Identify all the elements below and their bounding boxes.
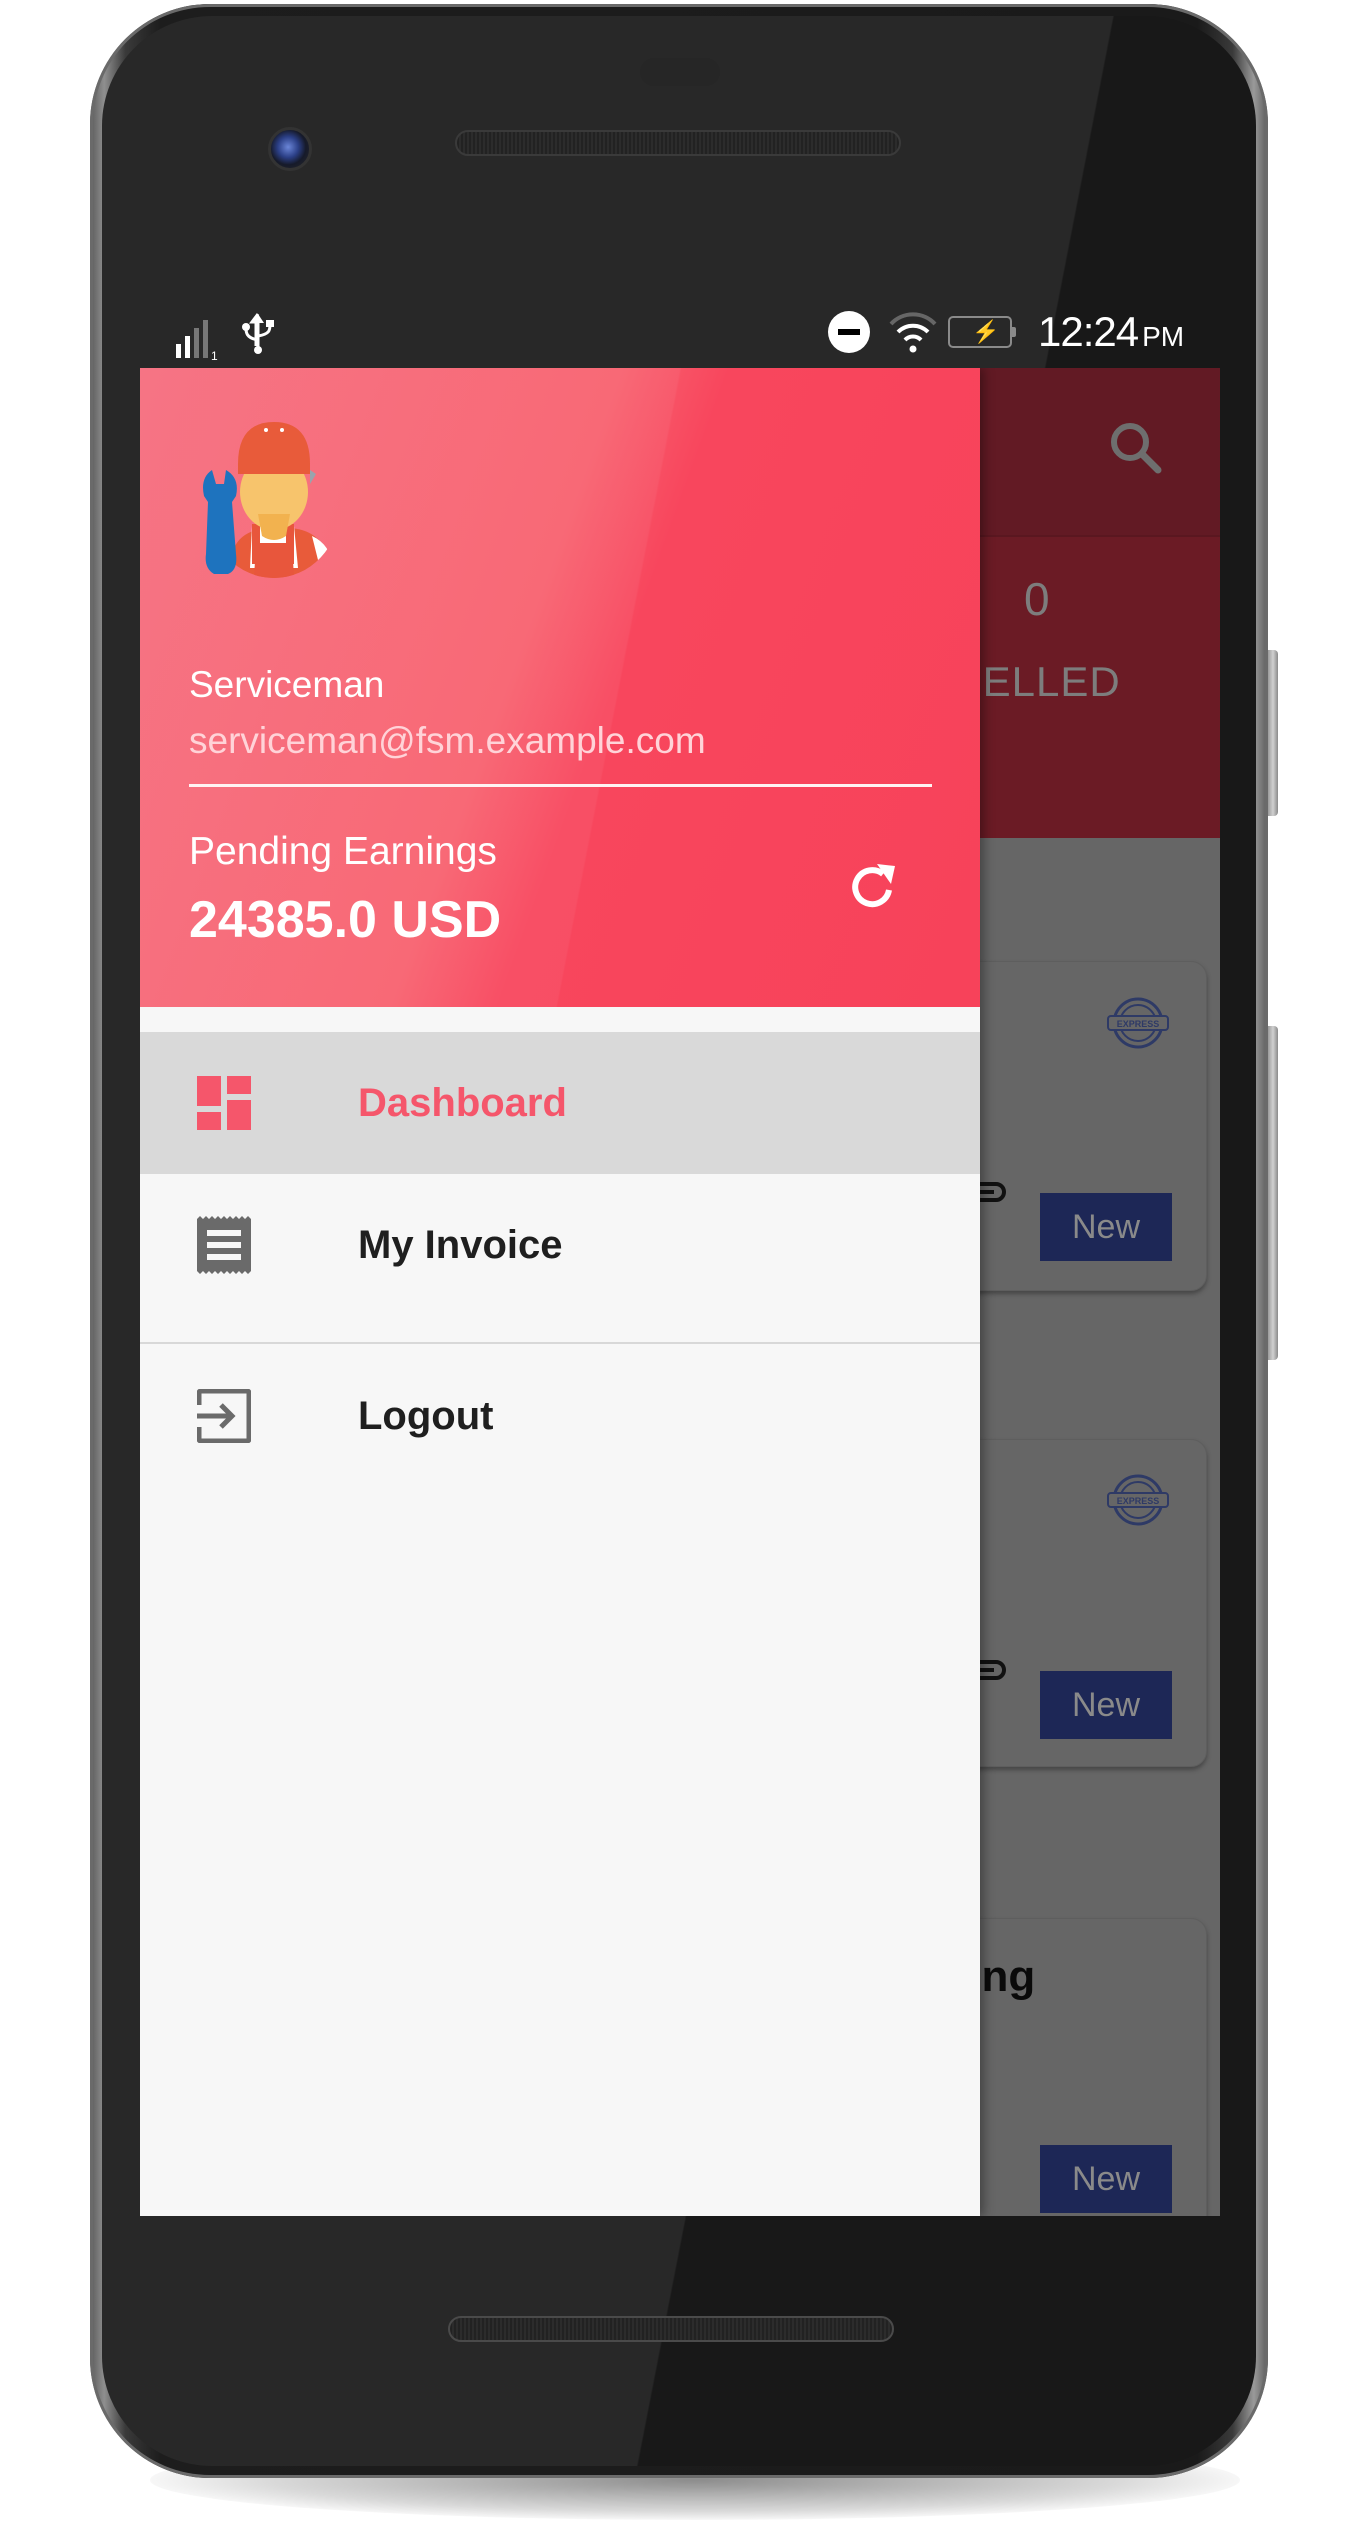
svg-text:EXPRESS: EXPRESS — [1117, 1496, 1160, 1506]
power-button — [1268, 650, 1278, 816]
wifi-icon — [889, 312, 937, 353]
link-icon — [978, 1660, 1006, 1680]
bottom-speaker — [448, 2316, 894, 2342]
clock-ampm: PM — [1142, 321, 1185, 352]
cancelled-count: 0 — [1024, 573, 1050, 625]
serviceman-avatar[interactable] — [194, 418, 340, 578]
header-divider — [189, 784, 932, 787]
clock-time: 12:24 — [1038, 308, 1139, 355]
charging-bolt-icon: ⚡ — [972, 319, 1000, 344]
do-not-disturb-icon — [828, 311, 870, 353]
battery-charging-icon: ⚡ — [948, 316, 1016, 348]
drawer-header: Serviceman serviceman@fsm.example.com Pe… — [140, 368, 980, 1007]
menu-label: Logout — [358, 1394, 494, 1438]
navigation-drawer: Serviceman serviceman@fsm.example.com Pe… — [140, 368, 980, 2216]
screen: nt 0 NCELLED EXPRESS New EXPRESS New tti… — [140, 368, 1220, 2216]
earpiece-speaker — [455, 130, 901, 156]
logout-icon — [197, 1389, 251, 1443]
status-badge: New — [1040, 1193, 1172, 1261]
search-icon[interactable] — [1106, 418, 1166, 478]
menu-label: My Invoice — [358, 1223, 563, 1267]
svg-text:EXPRESS: EXPRESS — [1117, 1019, 1160, 1029]
usb-icon — [242, 313, 274, 354]
menu-item-dashboard[interactable]: Dashboard — [140, 1032, 980, 1174]
clock: 12:24 PM — [1038, 308, 1184, 361]
link-icon — [978, 1182, 1006, 1202]
menu-divider — [140, 1342, 980, 1344]
status-badge: New — [1040, 2145, 1172, 2213]
refresh-icon[interactable] — [845, 860, 901, 916]
proximity-sensor — [640, 58, 720, 86]
dashboard-icon — [197, 1076, 251, 1130]
receipt-icon — [197, 1216, 251, 1274]
menu-item-my-invoice[interactable]: My Invoice — [140, 1174, 980, 1316]
express-badge-icon: EXPRESS — [1107, 1474, 1169, 1526]
user-email: serviceman@fsm.example.com — [189, 720, 706, 761]
user-name: Serviceman — [189, 664, 385, 705]
status-badge: New — [1040, 1671, 1172, 1739]
menu-label: Dashboard — [358, 1081, 567, 1125]
pending-earnings-label: Pending Earnings — [189, 830, 497, 873]
volume-button — [1268, 1026, 1278, 1360]
pending-earnings-amount: 24385.0 USD — [189, 891, 502, 949]
status-bar: 1 ⚡ 12:24 PM — [140, 290, 1220, 368]
sim-slot-label: 1 — [211, 349, 218, 360]
front-camera — [268, 127, 312, 171]
menu-item-logout[interactable]: Logout — [140, 1345, 980, 1487]
signal-icon: 1 — [176, 320, 218, 360]
express-badge-icon: EXPRESS — [1107, 997, 1169, 1049]
